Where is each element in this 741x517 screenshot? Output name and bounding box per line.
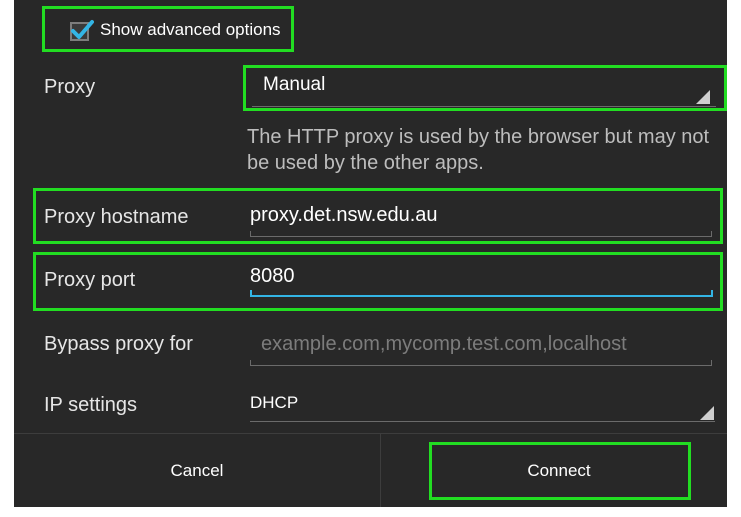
highlight-proxy xyxy=(243,65,727,111)
proxy-note: The HTTP proxy is used by the browser bu… xyxy=(247,126,710,174)
field-tick-left xyxy=(250,360,251,366)
spinner-underline xyxy=(250,421,715,422)
button-divider xyxy=(380,434,381,508)
bottom-strip xyxy=(0,507,741,517)
field-tick-right xyxy=(711,360,712,366)
highlight-advanced xyxy=(42,6,294,52)
dropdown-arrow-icon xyxy=(700,406,714,420)
wifi-advanced-dialog: Show advanced options Proxy Manual The H… xyxy=(14,0,727,508)
ip-settings-label: IP settings xyxy=(44,394,138,416)
bypass-proxy-placeholder: example.com,mycomp.test.com,localhost xyxy=(261,333,627,355)
highlight-connect xyxy=(429,442,691,500)
ip-settings-selected-value: DHCP xyxy=(250,393,299,412)
proxy-label: Proxy xyxy=(44,76,96,98)
bypass-proxy-label: Bypass proxy for xyxy=(44,333,193,355)
field-underline xyxy=(250,365,712,366)
cancel-button[interactable]: Cancel xyxy=(14,434,380,508)
highlight-port xyxy=(33,252,723,311)
highlight-hostname xyxy=(33,188,723,244)
